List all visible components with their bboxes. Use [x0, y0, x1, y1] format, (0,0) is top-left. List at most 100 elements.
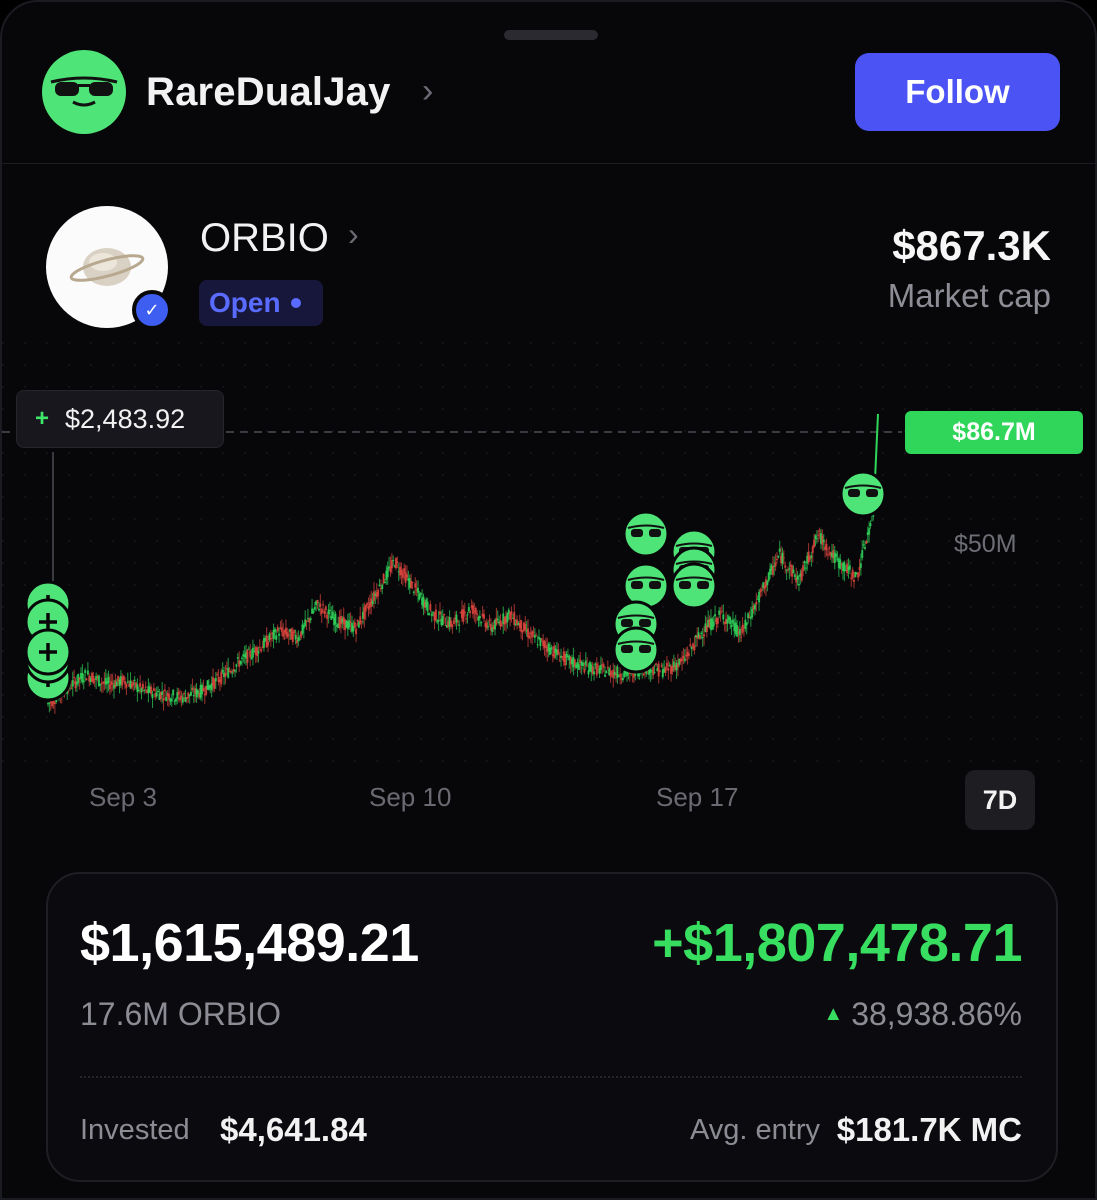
candle [478, 616, 481, 619]
candle [660, 665, 663, 667]
candle [251, 647, 254, 658]
candle [811, 546, 814, 553]
candle [258, 646, 261, 648]
candle [550, 647, 553, 650]
status-dot-icon [290, 298, 301, 308]
candle [718, 610, 721, 615]
candle [229, 671, 232, 673]
candle [355, 628, 358, 635]
candle [703, 634, 706, 637]
candle [851, 569, 854, 578]
candle [619, 673, 622, 678]
candle [163, 689, 166, 691]
range-selector-button[interactable]: 7D [965, 770, 1035, 830]
candle [177, 691, 180, 695]
candle [719, 612, 722, 614]
candle [681, 658, 684, 661]
candle [331, 611, 334, 619]
candle [800, 570, 803, 581]
candle [161, 691, 164, 695]
trade-marker-icon[interactable] [612, 626, 660, 674]
candle [410, 580, 413, 589]
candle [557, 649, 560, 655]
user-avatar[interactable] [42, 50, 126, 134]
candle [320, 608, 323, 614]
chevron-right-icon[interactable]: › [348, 216, 359, 253]
candle [520, 620, 523, 632]
drag-handle[interactable] [504, 30, 598, 40]
candle [850, 577, 853, 580]
candle [334, 613, 337, 624]
candle [469, 611, 472, 614]
candle [267, 641, 270, 646]
candle [392, 560, 395, 562]
candle [760, 589, 763, 591]
candle [687, 653, 690, 656]
candle [540, 638, 543, 640]
candle [817, 534, 820, 536]
candle [857, 572, 860, 578]
candle [234, 670, 237, 672]
candle [125, 683, 128, 688]
x-axis-label: Sep 3 [89, 782, 157, 812]
candle [312, 610, 315, 613]
candle [137, 689, 140, 691]
candle [653, 672, 656, 674]
candle [364, 604, 367, 612]
candle [70, 687, 73, 689]
candle [441, 615, 444, 626]
candle [582, 662, 585, 667]
candle [278, 633, 281, 636]
candle [755, 601, 758, 605]
trade-marker-icon[interactable] [622, 510, 670, 558]
candle [172, 689, 175, 696]
candle [322, 604, 325, 606]
candle [606, 667, 609, 669]
candle [528, 635, 531, 639]
buy-marker-plus-icon[interactable] [24, 628, 72, 676]
candle [236, 657, 239, 659]
candle [803, 561, 806, 564]
candle [774, 562, 777, 567]
candle [863, 547, 866, 549]
candle [826, 553, 829, 555]
market-cap-label: Market cap [887, 277, 1051, 314]
candle [304, 619, 307, 627]
candle [667, 668, 670, 671]
candle [700, 632, 703, 634]
plus-icon: + [35, 405, 50, 432]
invested-value: $4,641.84 [220, 1111, 367, 1148]
candle [815, 538, 818, 540]
candle [792, 569, 795, 574]
candle [377, 589, 380, 597]
candle [348, 620, 351, 628]
candle [659, 671, 662, 673]
candle [324, 606, 327, 611]
candle [426, 601, 429, 612]
trade-marker-icon[interactable] [839, 470, 887, 518]
candle [714, 614, 717, 617]
candle [500, 624, 503, 626]
candle [382, 573, 385, 584]
candle [466, 614, 469, 616]
follow-button[interactable]: Follow [855, 53, 1060, 131]
candle [668, 664, 671, 666]
candle [682, 655, 685, 659]
candle [275, 635, 278, 640]
candle [463, 611, 466, 614]
chevron-right-icon[interactable]: › [422, 72, 433, 111]
trade-marker-icon[interactable] [670, 562, 718, 610]
candle [394, 558, 397, 569]
candle [771, 565, 774, 575]
candle [722, 614, 725, 620]
candle [151, 694, 154, 699]
token-name[interactable]: ORBIO [200, 216, 329, 261]
avg-entry-label: Avg. entry [689, 1114, 820, 1146]
username[interactable]: RareDualJay [146, 70, 391, 115]
candle [84, 670, 87, 673]
candle [797, 584, 800, 586]
candle [451, 624, 454, 628]
candle [126, 681, 129, 683]
candle [366, 603, 369, 606]
candle [192, 695, 195, 697]
